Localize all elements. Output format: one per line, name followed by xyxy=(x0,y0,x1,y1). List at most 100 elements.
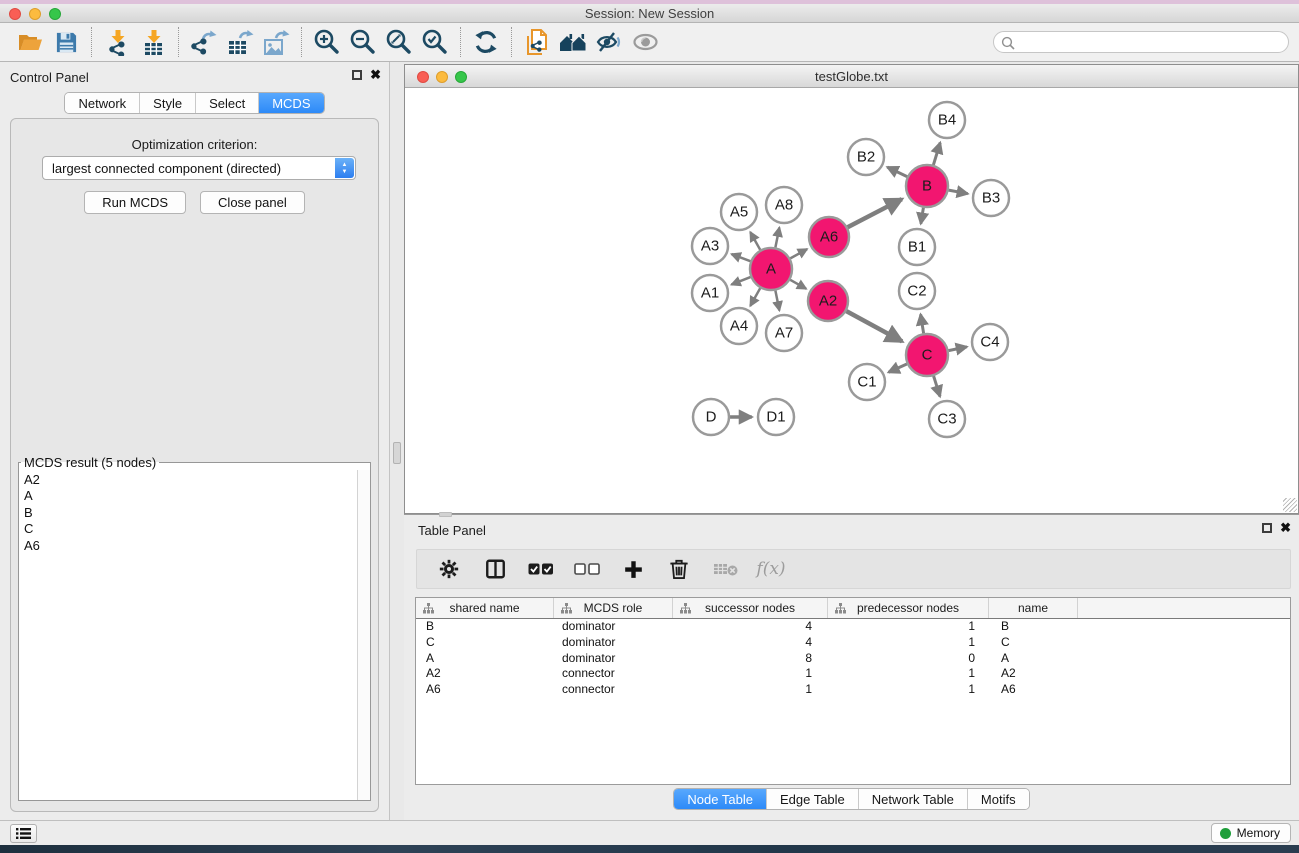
cell-shared-name[interactable]: B xyxy=(416,619,554,635)
graph-edge-A2-C[interactable] xyxy=(846,311,902,341)
search-input[interactable] xyxy=(1020,33,1280,51)
show-graphics-details-button[interactable] xyxy=(627,25,663,59)
export-network-button[interactable] xyxy=(186,25,222,59)
column-header-name[interactable]: name xyxy=(989,598,1078,618)
open-file-button[interactable] xyxy=(12,25,48,59)
zoom-in-button[interactable] xyxy=(309,25,345,59)
tab-motifs[interactable]: Motifs xyxy=(967,789,1029,809)
table-row[interactable]: A2 connector 1 1 A2 xyxy=(416,666,1290,682)
select-all-button[interactable] xyxy=(525,553,557,585)
graph-edge-B-B2[interactable] xyxy=(887,167,907,177)
zoom-out-button[interactable] xyxy=(345,25,381,59)
graph-edge-C-C1[interactable] xyxy=(889,364,907,372)
tab-network[interactable]: Network xyxy=(65,93,139,113)
graph-edge-B-B4[interactable] xyxy=(933,143,940,165)
network-graph-canvas[interactable]: B4B2BB3A5A8A6A3B1AC2A1A2A4A7C4CC1DD1C3 xyxy=(405,88,1298,513)
graph-edge-C-C4[interactable] xyxy=(949,347,967,351)
cell-name[interactable]: A6 xyxy=(989,682,1078,698)
graph-edge-C-C3[interactable] xyxy=(934,376,940,397)
cell-shared-name[interactable]: C xyxy=(416,635,554,651)
cell-mcds-role[interactable]: dominator xyxy=(554,651,673,667)
column-settings-button[interactable] xyxy=(433,553,465,585)
table-row[interactable]: C dominator 4 1 C xyxy=(416,635,1290,651)
result-item[interactable]: C xyxy=(20,521,356,537)
cell-successor-nodes[interactable]: 4 xyxy=(673,635,828,651)
graph-edge-C-C2[interactable] xyxy=(921,314,924,333)
cell-name[interactable]: A xyxy=(989,651,1078,667)
column-header-shared-name[interactable]: shared name xyxy=(416,598,554,618)
search-field[interactable] xyxy=(993,31,1289,53)
cell-predecessor-nodes[interactable]: 0 xyxy=(828,651,989,667)
save-session-button[interactable] xyxy=(48,25,84,59)
zoom-selected-button[interactable] xyxy=(417,25,453,59)
graph-edge-A6-B[interactable] xyxy=(848,199,902,227)
home-view-button[interactable] xyxy=(555,25,591,59)
tab-select[interactable]: Select xyxy=(195,93,258,113)
create-network-view-button[interactable] xyxy=(519,25,555,59)
cell-shared-name[interactable]: A6 xyxy=(416,682,554,698)
zoom-fit-button[interactable] xyxy=(381,25,417,59)
show-columns-button[interactable] xyxy=(479,553,511,585)
export-image-button[interactable] xyxy=(258,25,294,59)
graph-edge-A-A5[interactable] xyxy=(750,232,760,250)
tab-node-table[interactable]: Node Table xyxy=(674,789,766,809)
cell-predecessor-nodes[interactable]: 1 xyxy=(828,619,989,635)
graph-edge-A-A8[interactable] xyxy=(775,228,779,248)
graph-edge-A-A1[interactable] xyxy=(731,277,750,285)
vertical-splitter-handle[interactable] xyxy=(393,442,401,464)
result-item[interactable]: B xyxy=(20,505,356,521)
graph-edge-A-A3[interactable] xyxy=(732,254,751,261)
cell-name[interactable]: C xyxy=(989,635,1078,651)
delete-column-button[interactable] xyxy=(663,553,695,585)
table-row[interactable]: A dominator 8 0 A xyxy=(416,651,1290,667)
result-scrollbar[interactable] xyxy=(357,470,370,800)
table-row[interactable]: A6 connector 1 1 A6 xyxy=(416,682,1290,698)
function-builder-button[interactable]: f(x) xyxy=(755,553,787,585)
graph-edge-A-A6[interactable] xyxy=(790,249,807,258)
cell-successor-nodes[interactable]: 1 xyxy=(673,682,828,698)
column-header-predecessor-nodes[interactable]: predecessor nodes xyxy=(828,598,989,618)
task-history-button[interactable] xyxy=(10,824,37,843)
cell-mcds-role[interactable]: dominator xyxy=(554,619,673,635)
cell-predecessor-nodes[interactable]: 1 xyxy=(828,635,989,651)
close-panel-button[interactable]: ✖ xyxy=(370,69,381,81)
cell-name[interactable]: B xyxy=(989,619,1078,635)
delete-table-button[interactable] xyxy=(709,553,741,585)
graph-edge-A-A4[interactable] xyxy=(750,288,760,306)
tab-network-table[interactable]: Network Table xyxy=(858,789,967,809)
hide-graphics-details-button[interactable] xyxy=(591,25,627,59)
window-resize-grip[interactable] xyxy=(1283,498,1297,512)
column-header-successor-nodes[interactable]: successor nodes xyxy=(673,598,828,618)
cell-predecessor-nodes[interactable]: 1 xyxy=(828,666,989,682)
tab-edge-table[interactable]: Edge Table xyxy=(766,789,858,809)
cell-shared-name[interactable]: A2 xyxy=(416,666,554,682)
import-network-button[interactable] xyxy=(99,25,135,59)
graph-edge-B-B3[interactable] xyxy=(949,190,968,194)
cell-shared-name[interactable]: A xyxy=(416,651,554,667)
graph-edge-A-A2[interactable] xyxy=(790,280,806,289)
cell-name[interactable]: A2 xyxy=(989,666,1078,682)
run-mcds-button[interactable]: Run MCDS xyxy=(84,191,186,214)
cell-mcds-role[interactable]: dominator xyxy=(554,635,673,651)
table-row[interactable]: B dominator 4 1 B xyxy=(416,619,1290,635)
float-panel-button[interactable] xyxy=(352,70,362,80)
memory-button[interactable]: Memory xyxy=(1211,823,1291,843)
cell-successor-nodes[interactable]: 4 xyxy=(673,619,828,635)
mcds-result-list[interactable]: A2 A B C A6 xyxy=(20,472,356,799)
float-table-panel-button[interactable] xyxy=(1262,523,1272,533)
column-header-mcds-role[interactable]: MCDS role xyxy=(554,598,673,618)
export-table-button[interactable] xyxy=(222,25,258,59)
graph-edge-B-B1[interactable] xyxy=(921,208,924,224)
add-column-button[interactable] xyxy=(617,553,649,585)
tab-style[interactable]: Style xyxy=(139,93,195,113)
graph-edge-A-A7[interactable] xyxy=(775,291,779,311)
cell-mcds-role[interactable]: connector xyxy=(554,666,673,682)
close-panel-button-2[interactable]: Close panel xyxy=(200,191,305,214)
horizontal-splitter-handle[interactable] xyxy=(439,512,452,517)
cell-mcds-role[interactable]: connector xyxy=(554,682,673,698)
tab-mcds[interactable]: MCDS xyxy=(258,93,323,113)
cell-successor-nodes[interactable]: 1 xyxy=(673,666,828,682)
criterion-dropdown[interactable]: largest connected component (directed) ▲… xyxy=(42,156,356,180)
cell-predecessor-nodes[interactable]: 1 xyxy=(828,682,989,698)
result-item[interactable]: A xyxy=(20,488,356,504)
